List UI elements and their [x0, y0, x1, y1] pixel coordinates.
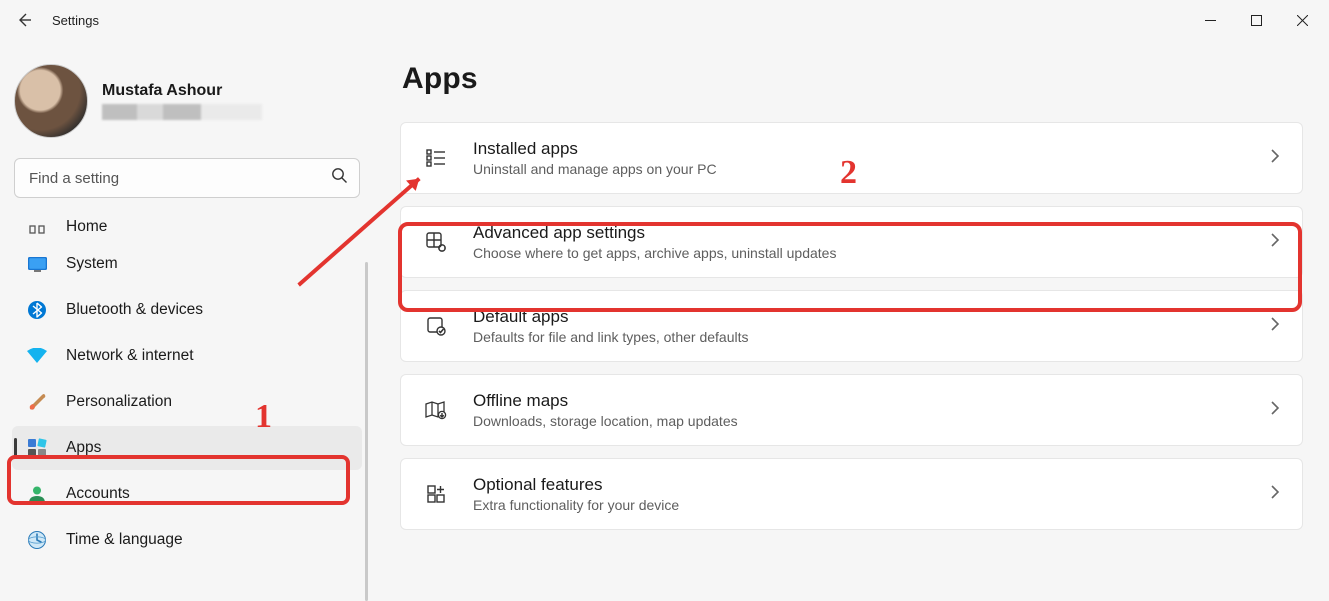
person-icon	[26, 484, 48, 504]
chevron-right-icon	[1270, 400, 1280, 421]
window-controls	[1187, 4, 1325, 36]
card-subtitle: Defaults for file and link types, other …	[473, 329, 1246, 345]
system-icon	[26, 257, 48, 272]
profile-email-redacted	[102, 104, 262, 120]
sidebar-item-time-language[interactable]: Time & language	[12, 518, 362, 562]
maximize-icon	[1251, 15, 1262, 26]
card-title: Optional features	[473, 475, 1246, 495]
clock-globe-icon	[26, 530, 48, 550]
home-icon	[26, 218, 48, 236]
sidebar-item-label: Bluetooth & devices	[66, 301, 203, 319]
titlebar: Settings	[0, 0, 1329, 40]
search-input[interactable]	[14, 158, 360, 198]
avatar	[14, 64, 88, 138]
sidebar-item-system[interactable]: System	[12, 242, 362, 286]
minimize-icon	[1205, 15, 1216, 26]
sidebar-item-label: Accounts	[66, 485, 130, 503]
apps-icon	[26, 438, 48, 458]
advanced-app-settings-icon	[423, 231, 449, 253]
minimize-button[interactable]	[1187, 4, 1233, 36]
card-subtitle: Uninstall and manage apps on your PC	[473, 161, 1246, 177]
card-optional-features[interactable]: Optional features Extra functionality fo…	[400, 458, 1303, 530]
card-offline-maps[interactable]: Offline maps Downloads, storage location…	[400, 374, 1303, 446]
sidebar-item-label: Home	[66, 218, 107, 236]
bluetooth-icon	[26, 300, 48, 320]
offline-maps-icon	[423, 399, 449, 421]
page-title: Apps	[402, 62, 1303, 96]
profile-name: Mustafa Ashour	[102, 82, 262, 100]
chevron-right-icon	[1270, 148, 1280, 169]
wifi-icon	[26, 348, 48, 364]
chevron-right-icon	[1270, 484, 1280, 505]
card-subtitle: Extra functionality for your device	[473, 497, 1246, 513]
card-default-apps[interactable]: Default apps Defaults for file and link …	[400, 290, 1303, 362]
brush-icon	[26, 392, 48, 412]
sidebar-item-label: Apps	[66, 439, 101, 457]
optional-features-icon	[423, 483, 449, 505]
sidebar-scrollbar[interactable]	[365, 262, 368, 601]
sidebar-item-bluetooth[interactable]: Bluetooth & devices	[12, 288, 362, 332]
sidebar-item-network[interactable]: Network & internet	[12, 334, 362, 378]
sidebar-item-apps[interactable]: Apps	[12, 426, 362, 470]
card-subtitle: Choose where to get apps, archive apps, …	[473, 245, 1246, 261]
card-advanced-app-settings[interactable]: Advanced app settings Choose where to ge…	[400, 206, 1303, 278]
installed-apps-icon	[423, 147, 449, 169]
sidebar-item-home[interactable]: Home	[12, 212, 362, 240]
card-title: Offline maps	[473, 391, 1246, 411]
arrow-left-icon	[16, 12, 32, 28]
window-title: Settings	[52, 13, 99, 28]
default-apps-icon	[423, 315, 449, 337]
sidebar-item-label: Network & internet	[66, 347, 194, 365]
sidebar-item-personalization[interactable]: Personalization	[12, 380, 362, 424]
back-button[interactable]	[4, 0, 44, 40]
card-installed-apps[interactable]: Installed apps Uninstall and manage apps…	[400, 122, 1303, 194]
nav-list: Home System Bluetooth & devices Network …	[12, 212, 362, 562]
sidebar-item-label: Time & language	[66, 531, 183, 549]
sidebar-item-accounts[interactable]: Accounts	[12, 472, 362, 516]
maximize-button[interactable]	[1233, 4, 1279, 36]
sidebar-item-label: Personalization	[66, 393, 172, 411]
card-title: Advanced app settings	[473, 223, 1246, 243]
sidebar-item-label: System	[66, 255, 118, 273]
card-subtitle: Downloads, storage location, map updates	[473, 413, 1246, 429]
chevron-right-icon	[1270, 316, 1280, 337]
card-title: Default apps	[473, 307, 1246, 327]
chevron-right-icon	[1270, 232, 1280, 253]
card-title: Installed apps	[473, 139, 1246, 159]
close-icon	[1297, 15, 1308, 26]
search-wrap	[14, 158, 360, 198]
profile-block[interactable]: Mustafa Ashour	[12, 58, 362, 158]
main-content: Apps Installed apps Uninstall and manage…	[370, 40, 1329, 601]
sidebar: Mustafa Ashour Home System	[0, 40, 370, 601]
close-button[interactable]	[1279, 4, 1325, 36]
